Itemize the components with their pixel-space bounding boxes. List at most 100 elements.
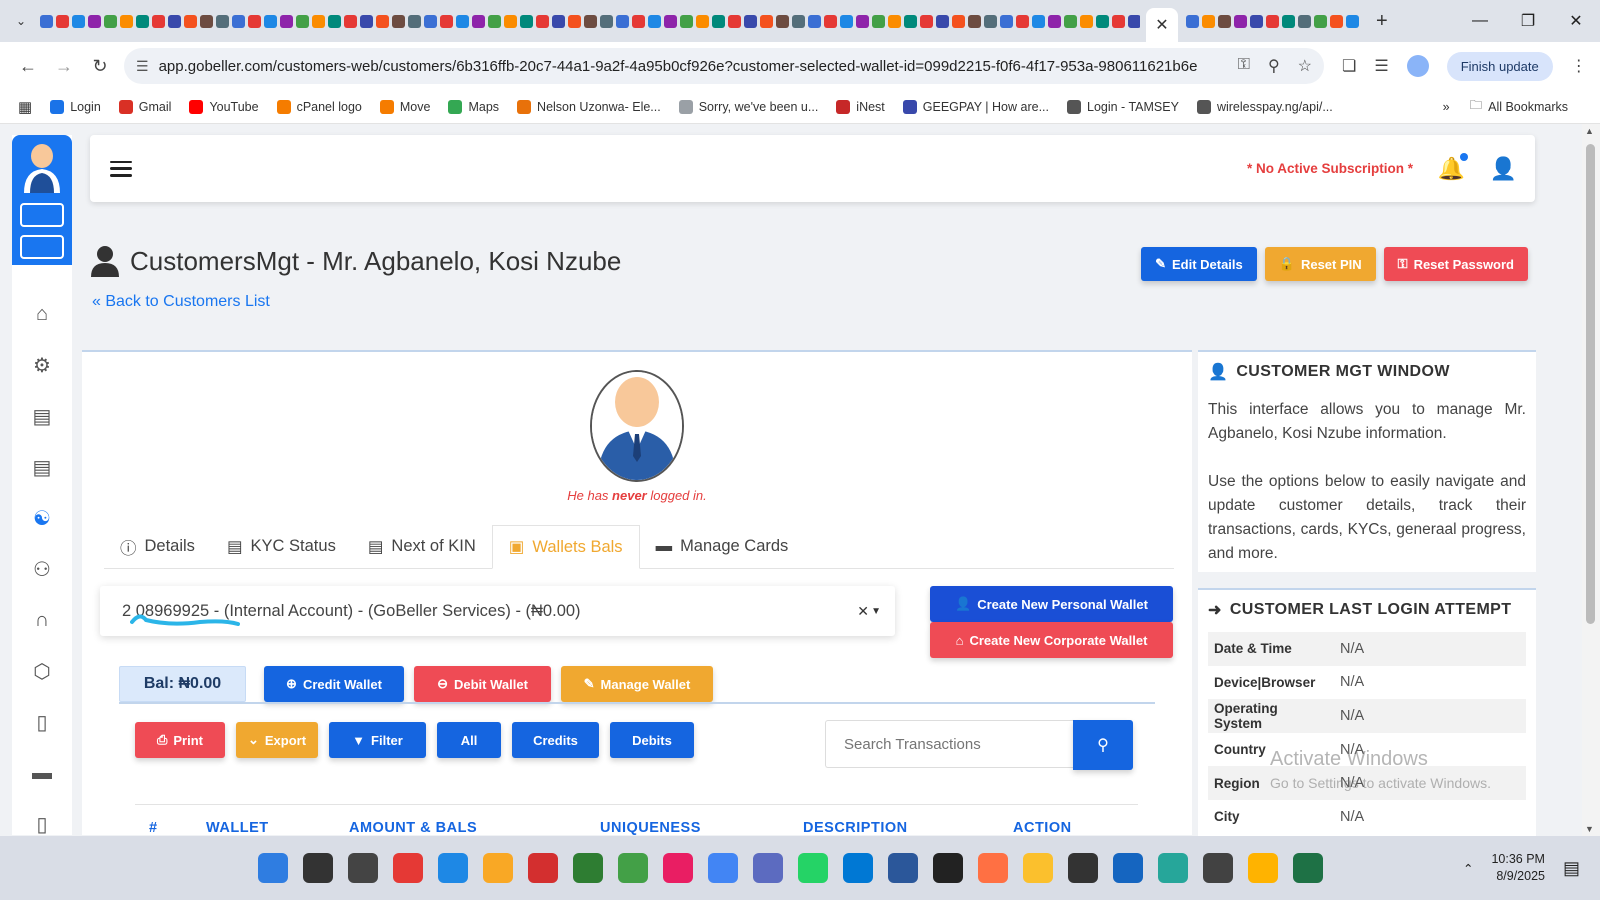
active-tab-close-icon[interactable]: ✕ [1146, 8, 1178, 42]
taskbar-app-icon[interactable] [798, 853, 828, 883]
manage-wallet-button[interactable]: ✎ Manage Wallet [561, 666, 713, 702]
tab-details[interactable]: ⓘ Details [104, 525, 211, 568]
reset-password-button[interactable]: ⚿ Reset Password [1383, 247, 1528, 281]
notification-bell-icon[interactable]: 🔔 [1438, 152, 1468, 182]
debits-button[interactable]: Debits [610, 722, 694, 758]
tab-favicon-icon[interactable] [440, 14, 453, 28]
tab-favicon-icon[interactable] [504, 14, 517, 28]
tab-favicon-icon[interactable] [1016, 14, 1029, 28]
tab-favicon-icon[interactable] [168, 14, 181, 28]
tab-favicon-icon[interactable] [248, 14, 261, 28]
debit-wallet-button[interactable]: ⊖ Debit Wallet [414, 666, 551, 702]
tab-manage-cards[interactable]: ▬ Manage Cards [640, 525, 805, 568]
clear-selection-icon[interactable]: ✕ [857, 603, 869, 620]
tab-favicon-icon[interactable] [760, 14, 773, 28]
taskbar-app-icon[interactable] [1023, 853, 1053, 883]
bookmark-item[interactable]: Sorry, we've been u... [678, 99, 818, 114]
taskbar-app-icon[interactable] [888, 853, 918, 883]
tab-favicon-icon[interactable] [456, 14, 469, 28]
settings-gear-icon[interactable]: ⚙ [31, 354, 53, 377]
tab-next-of-kin[interactable]: ▤ Next of KIN [352, 525, 492, 568]
minimize-icon[interactable]: — [1456, 0, 1504, 42]
create-corporate-wallet-button[interactable]: ⌂ Create New Corporate Wallet [930, 622, 1173, 658]
forward-arrow-icon[interactable]: → [46, 48, 82, 84]
bookmark-item[interactable]: Maps [448, 99, 499, 114]
tab-favicon-icon[interactable] [1250, 14, 1263, 28]
reload-icon[interactable]: ↻ [82, 48, 118, 84]
tab-favicon-icon[interactable] [872, 14, 885, 28]
tab-favicon-icon[interactable] [776, 14, 789, 28]
tab-favicon-icon[interactable] [1064, 14, 1077, 28]
taskbar-app-icon[interactable] [1293, 853, 1323, 883]
tab-favicon-icon[interactable] [1314, 14, 1327, 28]
taskbar-app-icon[interactable] [1068, 853, 1098, 883]
tab-favicon-icon[interactable] [888, 14, 901, 28]
back-to-customers-link[interactable]: « Back to Customers List [92, 293, 270, 311]
notification-center-icon[interactable]: ▤ [1563, 858, 1580, 879]
tab-favicon-icon[interactable] [120, 14, 133, 28]
tab-favicon-icon[interactable] [376, 14, 389, 28]
bookmark-item[interactable]: iNest [836, 99, 885, 114]
tab-favicon-icon[interactable] [232, 14, 245, 28]
tab-favicon-icon[interactable] [936, 14, 949, 28]
tab-strip[interactable] [40, 11, 1140, 31]
tab-favicon-icon[interactable] [40, 14, 53, 28]
analytics-icon[interactable]: ▤ [31, 405, 53, 428]
tab-favicon-icon[interactable] [1080, 14, 1093, 28]
reset-pin-button[interactable]: 🔒 Reset PIN [1264, 247, 1376, 281]
tab-favicon-icon[interactable] [1218, 14, 1231, 28]
tab-wallets-bals[interactable]: ▣ Wallets Bals [491, 525, 640, 569]
tab-favicon-icon[interactable] [1186, 14, 1199, 28]
trash-icon[interactable]: ▯ [31, 813, 53, 836]
tab-favicon-icon[interactable] [824, 14, 837, 28]
taskbar-app-icon[interactable] [528, 853, 558, 883]
tab-favicon-icon[interactable] [1266, 14, 1279, 28]
tab-favicon-icon[interactable] [568, 14, 581, 28]
taskbar-app-icon[interactable] [1113, 853, 1143, 883]
tab-favicon-icon[interactable] [296, 14, 309, 28]
tab-favicon-icon[interactable] [520, 14, 533, 28]
wallet-select[interactable]: 2 08969925 - (Internal Account) - (GoBel… [100, 586, 895, 636]
taskbar-app-icon[interactable] [258, 853, 288, 883]
tab-favicon-icon[interactable] [184, 14, 197, 28]
credits-button[interactable]: Credits [512, 722, 599, 758]
tab-favicon-icon[interactable] [696, 14, 709, 28]
bookmark-item[interactable]: cPanel logo [276, 99, 362, 114]
wallet-list-icon[interactable]: ▤ [31, 456, 53, 479]
taskbar-app-icon[interactable] [1203, 853, 1233, 883]
tab-favicon-icon[interactable] [1298, 14, 1311, 28]
tab-favicon-icon[interactable] [984, 14, 997, 28]
taskbar-clock[interactable]: 10:36 PM 8/9/2025 [1491, 851, 1545, 885]
tab-favicon-icon[interactable] [1330, 14, 1343, 28]
bookmark-item[interactable]: Login - TAMSEY [1067, 99, 1179, 114]
taskbar-app-icon[interactable] [1248, 853, 1278, 883]
tab-strip-right[interactable] [1186, 14, 1366, 28]
finish-update-button[interactable]: Finish update [1446, 51, 1553, 81]
customers-icon[interactable]: ☯ [31, 507, 53, 530]
taskbar-app-icon[interactable] [348, 853, 378, 883]
document-icon[interactable]: ▯ [31, 711, 53, 734]
users-group-icon[interactable]: ⚇ [31, 558, 53, 581]
scroll-up-icon[interactable]: ▲ [1585, 126, 1594, 136]
media-icon[interactable]: ☰ [1374, 56, 1388, 76]
sidebar-card-icon[interactable] [20, 203, 64, 227]
tab-favicon-icon[interactable] [1128, 14, 1140, 28]
tab-kyc-status[interactable]: ▤ KYC Status [211, 525, 352, 568]
tab-favicon-icon[interactable] [56, 14, 69, 28]
more-bookmarks-chevron-icon[interactable]: » [1443, 100, 1450, 114]
bookmark-item[interactable]: Login [50, 99, 101, 114]
tab-favicon-icon[interactable] [360, 14, 373, 28]
url-input[interactable]: ☰ app.gobeller.com/customers-web/custome… [124, 48, 1324, 84]
export-dropdown-button[interactable]: ⌄ Export [236, 722, 318, 758]
url-text[interactable]: app.gobeller.com/customers-web/customers… [159, 58, 1238, 75]
tab-favicon-icon[interactable] [1048, 14, 1061, 28]
tab-favicon-icon[interactable] [152, 14, 165, 28]
apps-grid-icon[interactable]: ▦ [18, 98, 32, 116]
tab-favicon-icon[interactable] [216, 14, 229, 28]
tab-favicon-icon[interactable] [88, 14, 101, 28]
taskbar-app-icon[interactable] [303, 853, 333, 883]
col-action[interactable]: ACTION [1013, 820, 1072, 835]
tab-favicon-icon[interactable] [328, 14, 341, 28]
search-button[interactable]: ⚲ [1073, 720, 1133, 770]
filter-button[interactable]: ▼ Filter [329, 722, 426, 758]
